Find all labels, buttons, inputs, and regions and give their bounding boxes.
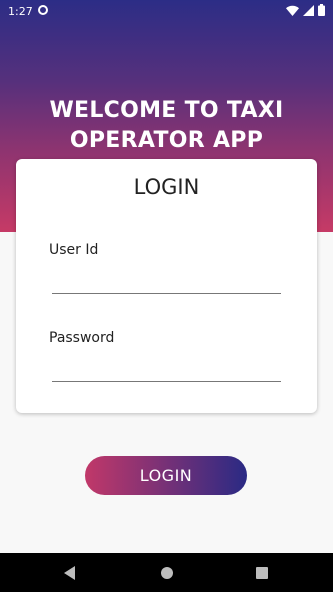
welcome-title-line1: WELCOME TO TAXI [49, 98, 284, 123]
user-id-label: User Id [49, 242, 99, 258]
welcome-title: WELCOME TO TAXI OPERATOR APP [0, 96, 333, 156]
status-icons [286, 4, 325, 16]
status-bar: 1:27 [0, 0, 333, 24]
card-title: LOGIN [133, 175, 200, 199]
back-icon[interactable] [64, 566, 75, 580]
navigation-bar [0, 553, 333, 592]
home-icon[interactable] [161, 567, 173, 579]
status-time: 1:27 [8, 5, 33, 18]
wifi-icon [286, 5, 299, 16]
login-card: LOGIN User Id Password [16, 159, 317, 413]
signal-icon [303, 4, 314, 16]
login-button[interactable]: LOGIN [85, 456, 247, 495]
password-input[interactable] [52, 353, 281, 382]
recents-icon[interactable] [256, 567, 268, 579]
password-label: Password [49, 330, 115, 346]
notification-icon [38, 5, 48, 15]
user-id-input[interactable] [52, 265, 281, 294]
welcome-title-line2: OPERATOR APP [69, 128, 264, 153]
battery-icon [318, 4, 325, 16]
